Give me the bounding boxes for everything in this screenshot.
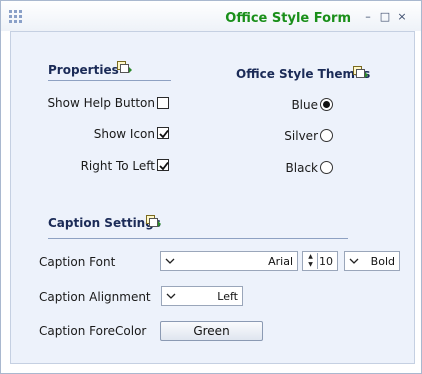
properties-separator bbox=[48, 80, 171, 81]
close-button[interactable]: × bbox=[395, 10, 409, 24]
chevron-down-icon bbox=[165, 258, 175, 264]
smart-tag-icon[interactable] bbox=[146, 215, 162, 229]
window-title: Office Style Form bbox=[225, 11, 351, 26]
caption-font-style-value: Bold bbox=[370, 255, 395, 268]
theme-blue-label: Blue bbox=[291, 98, 318, 112]
show-icon-label: Show Icon bbox=[93, 127, 155, 141]
caption-font-size-value: 10 bbox=[319, 255, 333, 268]
caption-font-label: Caption Font bbox=[39, 255, 116, 269]
theme-black-radio[interactable] bbox=[320, 161, 333, 174]
right-to-left-label: Right To Left bbox=[80, 159, 155, 173]
caption-alignment-combo[interactable]: Left bbox=[161, 286, 243, 306]
caption-separator bbox=[48, 238, 348, 239]
show-icon-checkbox[interactable] bbox=[157, 127, 169, 139]
caption-settings-heading: Caption Settings bbox=[48, 216, 161, 230]
smart-tag-icon[interactable] bbox=[353, 66, 369, 80]
chevron-down-icon bbox=[166, 293, 176, 299]
theme-silver-label: Silver bbox=[284, 129, 318, 143]
caption-font-value: Arial bbox=[268, 255, 293, 268]
spin-down-icon[interactable]: ▼ bbox=[304, 261, 317, 269]
show-help-button-label: Show Help Button bbox=[47, 96, 155, 110]
caption-alignment-value: Left bbox=[217, 290, 238, 303]
theme-silver-radio[interactable] bbox=[320, 129, 333, 142]
theme-blue-radio[interactable] bbox=[320, 98, 333, 111]
right-to-left-checkbox[interactable] bbox=[157, 159, 169, 171]
theme-black-label: Black bbox=[285, 161, 318, 175]
minimize-button[interactable]: – bbox=[361, 10, 375, 24]
properties-heading: Properties bbox=[48, 63, 119, 77]
form-client-area: Properties Show Help Button Show Icon Ri… bbox=[10, 31, 415, 364]
caption-forecolor-button[interactable]: Green bbox=[160, 321, 263, 341]
maximize-button[interactable]: □ bbox=[378, 10, 392, 24]
caption-forecolor-label: Caption ForeColor bbox=[39, 324, 147, 338]
chevron-down-icon bbox=[349, 258, 359, 264]
show-help-button-checkbox[interactable] bbox=[157, 97, 169, 109]
caption-font-style-combo[interactable]: Bold bbox=[344, 251, 400, 271]
smart-tag-icon[interactable] bbox=[117, 61, 133, 75]
spinner-arrows[interactable]: ▲ ▼ bbox=[304, 253, 318, 269]
office-style-form-window: Office Style Form – □ × Properties Show … bbox=[0, 0, 422, 374]
caption-font-combo[interactable]: Arial bbox=[160, 251, 298, 271]
themes-heading: Office Style Themes bbox=[236, 67, 371, 81]
caption-alignment-label: Caption Alignment bbox=[39, 290, 151, 304]
caption-font-size-spinner[interactable]: ▲ ▼ 10 bbox=[302, 251, 338, 271]
spin-up-icon[interactable]: ▲ bbox=[304, 253, 317, 261]
title-bar[interactable]: Office Style Form – □ × bbox=[1, 1, 421, 31]
